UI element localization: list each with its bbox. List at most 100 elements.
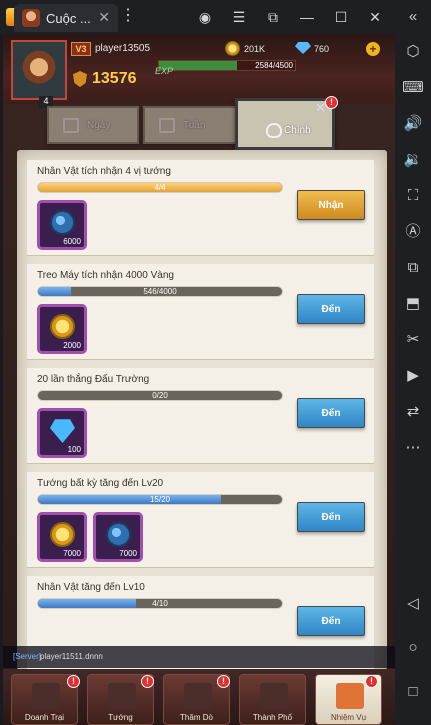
quest-title: Nhân Vật tích nhận 4 vị tướng <box>37 166 171 177</box>
reward-item[interactable]: 100 <box>37 408 87 458</box>
tab-title: Cuộc ... <box>46 11 91 26</box>
gem-amount: 760 <box>314 44 330 54</box>
more-tools-icon[interactable]: ⋯ <box>401 436 425 460</box>
quest-item: Treo Máy tích nhận 4000 Vàng 546/4000 20… <box>27 264 374 360</box>
nav-label: Thành Phố <box>252 713 293 722</box>
android-recents-icon[interactable]: □ <box>401 680 425 704</box>
quest-title: Tướng bất kỳ tăng đến Lv20 <box>37 478 164 489</box>
gem-icon <box>295 42 311 54</box>
screenshot-scissors-icon[interactable]: ✂ <box>401 328 425 352</box>
reward-item[interactable]: 7000 <box>93 512 143 562</box>
collapse-sidebar-icon[interactable]: « <box>401 5 425 29</box>
vip-badge[interactable]: V3 <box>71 42 91 56</box>
go-button[interactable]: Đến <box>297 502 365 532</box>
gold-coin-icon <box>225 41 240 56</box>
power-shield-icon <box>73 71 87 87</box>
android-back-icon[interactable]: ◁ <box>401 592 425 616</box>
emulator-sidebar: « ⬡ ⌨ 🔊 🔉 ⛶ Ⓐ ⧉ ⬒ ✂ ▶ ⇄ ⋯ ◁ ○ □ <box>395 0 431 725</box>
popout-icon[interactable]: ⧉ <box>262 7 284 27</box>
game-app-icon <box>22 9 40 27</box>
more-options-icon[interactable]: ⋮ <box>120 6 136 26</box>
settings-hex-icon[interactable]: ⬡ <box>401 40 425 64</box>
exp-bar: 2584/4500 <box>158 60 296 71</box>
daily-calendar-icon <box>63 118 79 133</box>
menu-icon[interactable]: ☰ <box>228 7 250 27</box>
reward-quantity: 7000 <box>119 549 137 558</box>
minimize-icon[interactable]: — <box>296 7 318 27</box>
nav-alert-icon: ! <box>217 675 230 688</box>
barracks-icon <box>32 683 60 709</box>
record-video-icon[interactable]: ▶ <box>401 364 425 388</box>
go-button[interactable]: Đến <box>297 398 365 428</box>
chat-channel: [Server] <box>13 652 42 661</box>
city-building-icon <box>260 683 288 709</box>
bomb-icon <box>106 522 131 547</box>
maximize-icon[interactable]: ☐ <box>330 7 352 27</box>
exp-text: 2584/4500 <box>255 61 293 70</box>
quest-progress-bar: 4/4 <box>37 182 283 193</box>
reward-quantity: 6000 <box>63 237 81 246</box>
sync-icon[interactable]: ⇄ <box>401 400 425 424</box>
emulator-title-bar: Cuộc ... ✕ ⋮ ◉ ☰ ⧉ — ☐ ✕ <box>0 0 431 34</box>
quest-title: Treo Máy tích nhận 4000 Vàng <box>37 270 174 281</box>
go-button[interactable]: Đến <box>297 606 365 636</box>
quest-scroll-icon <box>336 683 364 709</box>
main-shield-icon <box>266 123 282 138</box>
player-avatar[interactable]: 4 <box>11 40 67 108</box>
android-home-icon[interactable]: ○ <box>401 636 425 660</box>
reward-item[interactable]: 7000 <box>37 512 87 562</box>
chat-message: player11511.dnnn <box>40 652 103 661</box>
tab-close-icon[interactable]: ✕ <box>98 9 110 26</box>
nav-alert-icon: ! <box>365 675 378 688</box>
tab-weekly[interactable]: Tuần <box>143 106 237 144</box>
gem-icon <box>50 419 75 443</box>
quest-panel[interactable]: Nhân Vật tích nhận 4 vị tướng 4/4 6000 N… <box>17 150 387 670</box>
fullscreen-icon[interactable]: ⛶ <box>401 184 425 208</box>
reward-item[interactable]: 2000 <box>37 304 87 354</box>
quest-progress-bar: 546/4000 <box>37 286 283 297</box>
quest-item: Nhân Vật tích nhận 4 vị tướng 4/4 6000 N… <box>27 160 374 256</box>
multi-instance-icon[interactable]: ⧉ <box>401 256 425 280</box>
coin-icon <box>50 522 75 547</box>
quest-title: 20 lần thắng Đấu Trường <box>37 374 150 385</box>
quest-progress-bar: 15/20 <box>37 494 283 505</box>
keyboard-icon[interactable]: ⌨ <box>401 76 425 100</box>
quest-progress-text: 0/20 <box>152 391 168 400</box>
volume-up-icon[interactable]: 🔊 <box>401 112 425 136</box>
nav-label: Thăm Dò <box>180 713 213 722</box>
tab-daily-label: Ngày <box>87 120 111 131</box>
auto-macro-icon[interactable]: Ⓐ <box>401 220 425 244</box>
tab-main-label: Chính <box>284 125 311 136</box>
go-button[interactable]: Đến <box>297 294 365 324</box>
chat-ticker[interactable]: [Server] player11511.dnnn <box>3 646 395 668</box>
player-header: 4 V3 player13505 13576 2584/4500 EXP 201… <box>3 34 395 108</box>
close-window-icon[interactable]: ✕ <box>364 7 386 27</box>
nav-city[interactable]: Thành Phố <box>239 674 306 725</box>
add-currency-button[interactable]: + <box>366 42 380 56</box>
quest-progress-text: 15/20 <box>149 495 171 504</box>
nav-label: Tướng <box>108 713 133 722</box>
quest-item: 20 lần thắng Đấu Trường 0/20 100 Đến <box>27 368 374 464</box>
quest-title: Nhân Vật tăng đến Lv10 <box>37 582 145 593</box>
coin-icon <box>50 314 75 339</box>
bottom-navigation: Doanh Trại Tướng Thăm Dò Thành Phố Nhiệm… <box>3 669 395 725</box>
apk-install-icon[interactable]: ⬒ <box>401 292 425 316</box>
world-map-icon <box>184 683 212 709</box>
nav-label: Doanh Trại <box>24 713 65 722</box>
bomb-icon <box>50 210 75 235</box>
nav-alert-icon: ! <box>67 675 80 688</box>
tab-daily[interactable]: Ngày <box>47 106 139 144</box>
account-icon[interactable]: ◉ <box>194 7 216 27</box>
quest-item: Tướng bất kỳ tăng đến Lv20 15/20 7000 70… <box>27 472 374 568</box>
claim-button[interactable]: Nhận <box>297 190 365 220</box>
exp-label: EXP <box>155 66 174 76</box>
player-name: player13505 <box>95 43 151 54</box>
nav-label: Nhiệm Vụ <box>330 713 367 722</box>
reward-item[interactable]: 6000 <box>37 200 87 250</box>
quest-progress-text: 4/10 <box>152 599 168 608</box>
volume-down-icon[interactable]: 🔉 <box>401 148 425 172</box>
app-tab[interactable]: Cuộc ... ✕ <box>14 4 118 32</box>
quest-progress-text: 546/4000 <box>143 287 177 296</box>
quest-progress-bar: 0/20 <box>37 390 283 401</box>
quest-progress-bar: 4/10 <box>37 598 283 609</box>
